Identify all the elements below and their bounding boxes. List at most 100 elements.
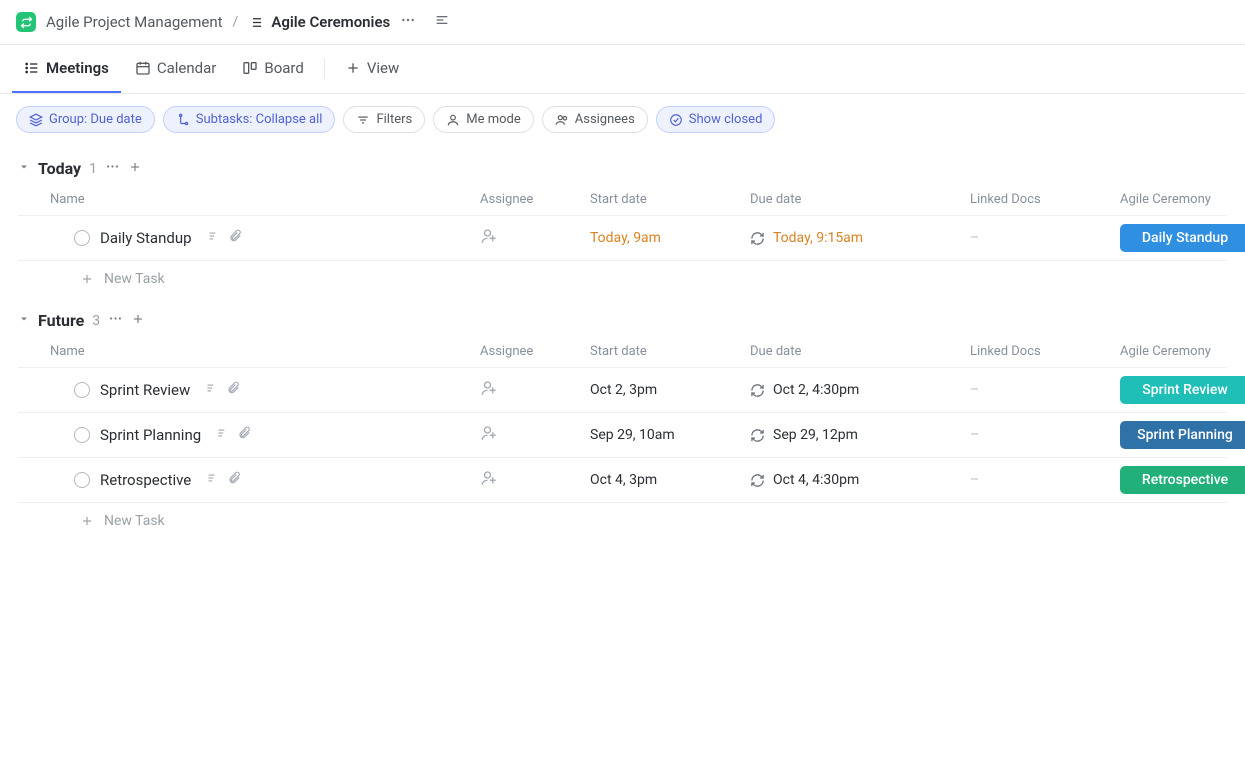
- ceremony-badge: Daily Standup: [1120, 224, 1245, 252]
- recurring-icon: [750, 473, 765, 488]
- due-date-cell[interactable]: Sep 29, 12pm: [750, 427, 970, 443]
- linked-docs-cell[interactable]: –: [970, 382, 1120, 398]
- tab-calendar[interactable]: Calendar: [123, 45, 229, 93]
- chip-me-mode[interactable]: Me mode: [433, 106, 534, 133]
- start-date-cell[interactable]: Oct 4, 3pm: [590, 472, 750, 488]
- assignee-cell[interactable]: [480, 424, 590, 446]
- task-row[interactable]: ▸ Retrospective Oct 4, 3pm Oct 4, 4:30pm…: [18, 458, 1227, 503]
- column-headers: NameAssigneeStart dateDue dateLinked Doc…: [18, 336, 1227, 368]
- due-date-cell[interactable]: Oct 4, 4:30pm: [750, 472, 970, 488]
- column-header[interactable]: Agile Ceremony: [1120, 192, 1245, 207]
- breadcrumb-list[interactable]: Agile Ceremonies: [271, 13, 390, 31]
- new-task-label: New Task: [104, 513, 165, 529]
- linked-docs-cell[interactable]: –: [970, 472, 1120, 488]
- assignee-cell[interactable]: [480, 227, 590, 249]
- task-row[interactable]: ▸ Sprint Planning Sep 29, 10am Sep 29, 1…: [18, 413, 1227, 458]
- task-name[interactable]: Daily Standup: [100, 229, 192, 247]
- add-assignee-icon: [480, 469, 498, 487]
- plus-icon: [80, 272, 94, 286]
- due-date-text: Oct 4, 4:30pm: [773, 472, 859, 488]
- column-header[interactable]: Name: [50, 192, 480, 207]
- assignee-cell[interactable]: [480, 379, 590, 401]
- column-header[interactable]: Start date: [590, 344, 750, 359]
- column-header[interactable]: Linked Docs: [970, 344, 1120, 359]
- breadcrumb-space[interactable]: Agile Project Management: [46, 13, 223, 31]
- more-icon[interactable]: [400, 12, 416, 32]
- ceremony-badge: Sprint Planning: [1120, 421, 1245, 449]
- task-name[interactable]: Retrospective: [100, 471, 191, 489]
- linked-docs-cell[interactable]: –: [970, 427, 1120, 443]
- column-header[interactable]: Start date: [590, 192, 750, 207]
- column-header[interactable]: Linked Docs: [970, 192, 1120, 207]
- description-icon[interactable]: [206, 229, 220, 247]
- add-assignee-icon: [480, 379, 498, 397]
- start-date-cell[interactable]: Today, 9am: [590, 230, 750, 246]
- chip-label: Me mode: [466, 112, 521, 127]
- list-bullets-icon: [248, 15, 263, 30]
- task-row[interactable]: ▸ Sprint Review Oct 2, 3pm Oct 2, 4:30pm…: [18, 368, 1227, 413]
- due-date-cell[interactable]: Oct 2, 4:30pm: [750, 382, 970, 398]
- attachment-icon[interactable]: [226, 381, 240, 399]
- column-header[interactable]: Agile Ceremony: [1120, 344, 1245, 359]
- column-header[interactable]: Name: [50, 344, 480, 359]
- group-collapse-toggle[interactable]: [18, 313, 30, 329]
- new-task-button[interactable]: New Task: [18, 261, 1227, 297]
- space-icon[interactable]: [16, 12, 36, 32]
- task-status-circle[interactable]: [74, 472, 90, 488]
- attachment-icon[interactable]: [227, 471, 241, 489]
- task-name-cell: ▸ Retrospective: [50, 471, 480, 489]
- description-icon[interactable]: [205, 471, 219, 489]
- tab-board[interactable]: Board: [230, 45, 315, 93]
- breadcrumb: Agile Project Management / Agile Ceremon…: [0, 0, 1245, 45]
- ceremony-cell[interactable]: Sprint Review: [1120, 376, 1245, 404]
- group-more-icon[interactable]: [108, 311, 123, 330]
- description-icon[interactable]: [204, 381, 218, 399]
- group-title: Today: [38, 159, 81, 178]
- chip-assignees[interactable]: Assignees: [542, 106, 648, 133]
- task-status-circle[interactable]: [74, 382, 90, 398]
- chip-show-closed[interactable]: Show closed: [656, 106, 776, 133]
- plus-icon: [80, 514, 94, 528]
- tab-label: View: [367, 59, 399, 77]
- group-count: 3: [92, 313, 100, 329]
- attachment-icon[interactable]: [228, 229, 242, 247]
- task-row[interactable]: ▸ Daily Standup Today, 9am Today, 9:15am…: [18, 216, 1227, 261]
- check-circle-icon: [669, 113, 683, 127]
- new-task-label: New Task: [104, 271, 165, 287]
- group-collapse-toggle[interactable]: [18, 161, 30, 177]
- tab-add-view[interactable]: View: [333, 45, 411, 93]
- start-date-cell[interactable]: Oct 2, 3pm: [590, 382, 750, 398]
- task-status-circle[interactable]: [74, 427, 90, 443]
- column-header[interactable]: Assignee: [480, 344, 590, 359]
- group-add-icon[interactable]: [131, 312, 145, 330]
- ceremony-cell[interactable]: Daily Standup: [1120, 224, 1245, 252]
- chip-filters[interactable]: Filters: [343, 106, 425, 133]
- description-icon[interactable]: [215, 426, 229, 444]
- board-icon: [242, 60, 258, 76]
- column-header[interactable]: Due date: [750, 344, 970, 359]
- ceremony-cell[interactable]: Retrospective: [1120, 466, 1245, 494]
- recurring-icon: [750, 428, 765, 443]
- attachment-icon[interactable]: [237, 426, 251, 444]
- ceremony-cell[interactable]: Sprint Planning: [1120, 421, 1245, 449]
- start-date-cell[interactable]: Sep 29, 10am: [590, 427, 750, 443]
- column-header[interactable]: Due date: [750, 192, 970, 207]
- group-more-icon[interactable]: [105, 159, 120, 178]
- filter-icon: [356, 113, 370, 127]
- new-task-button[interactable]: New Task: [18, 503, 1227, 539]
- task-name[interactable]: Sprint Review: [100, 381, 190, 399]
- assignee-cell[interactable]: [480, 469, 590, 491]
- group-add-icon[interactable]: [128, 160, 142, 178]
- chip-group[interactable]: Group: Due date: [16, 106, 155, 133]
- task-status-circle[interactable]: [74, 230, 90, 246]
- tab-meetings[interactable]: Meetings: [12, 45, 121, 93]
- linked-docs-cell[interactable]: –: [970, 230, 1120, 246]
- task-name-cell: ▸ Sprint Planning: [50, 426, 480, 444]
- chip-subtasks[interactable]: Subtasks: Collapse all: [163, 106, 336, 133]
- column-header[interactable]: Assignee: [480, 192, 590, 207]
- due-date-cell[interactable]: Today, 9:15am: [750, 230, 970, 246]
- collapse-icon[interactable]: [434, 12, 450, 32]
- task-name-cell: ▸ Daily Standup: [50, 229, 480, 247]
- filter-bar: Group: Due date Subtasks: Collapse all F…: [0, 94, 1245, 145]
- task-name[interactable]: Sprint Planning: [100, 426, 201, 444]
